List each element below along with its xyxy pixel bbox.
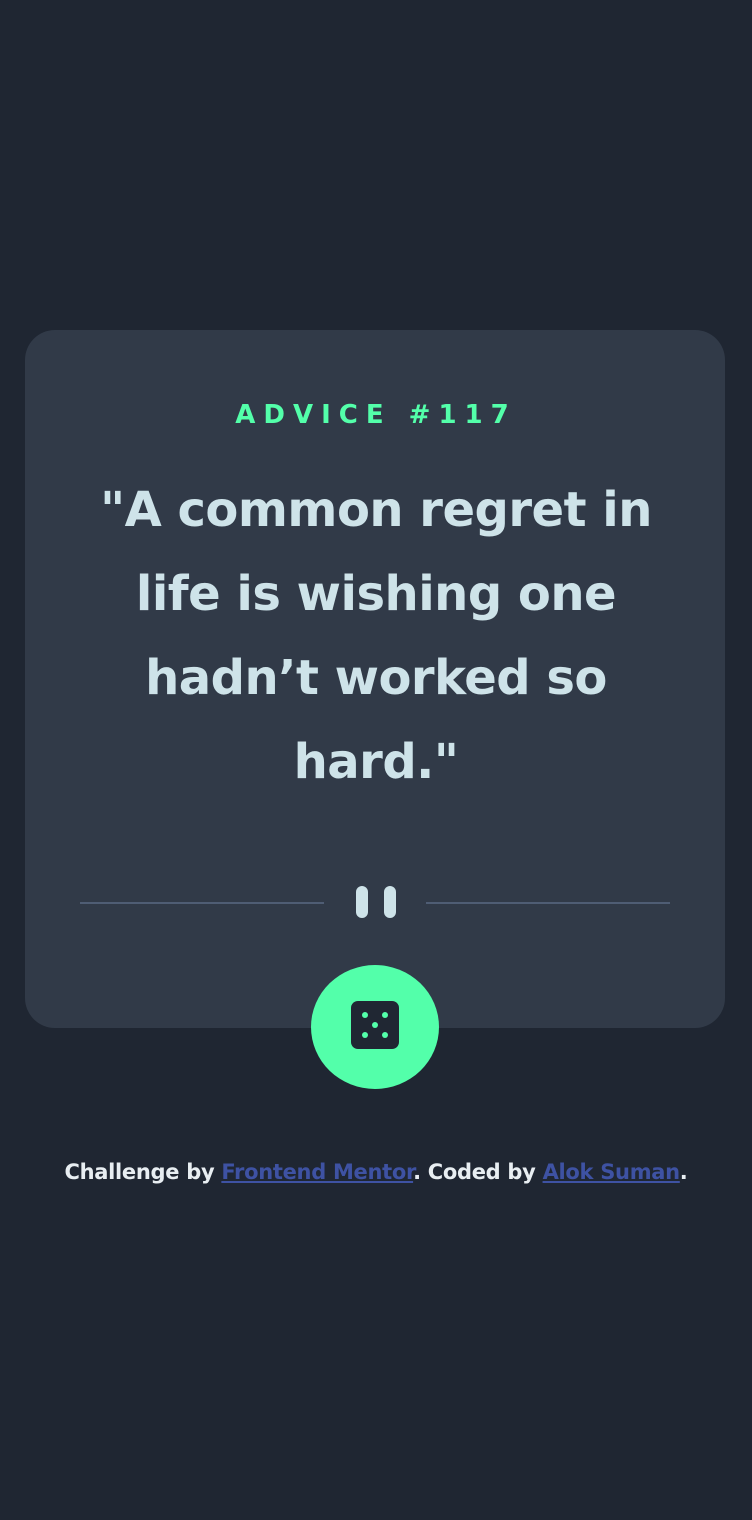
divider-line-left [80,902,324,904]
author-link[interactable]: Alok Suman [543,1160,681,1184]
frontend-mentor-link[interactable]: Frontend Mentor [221,1160,413,1184]
generate-advice-button[interactable] [311,965,439,1089]
advice-quote: "A common regret in life is wishing one … [100,482,652,790]
pause-icon-bar-right [384,886,396,918]
attribution-prefix: Challenge by [64,1160,222,1184]
advice-id-label: ADVICE #117 [235,400,517,430]
attribution-suffix: . [679,1160,688,1184]
dice-icon [351,1001,399,1049]
divider [80,886,670,918]
pause-icon-bar-left [356,886,368,918]
divider-line-right [426,902,670,904]
attribution: Challenge by Frontend Mentor. Coded by A… [0,1160,752,1184]
attribution-middle: . Coded by [413,1160,543,1184]
